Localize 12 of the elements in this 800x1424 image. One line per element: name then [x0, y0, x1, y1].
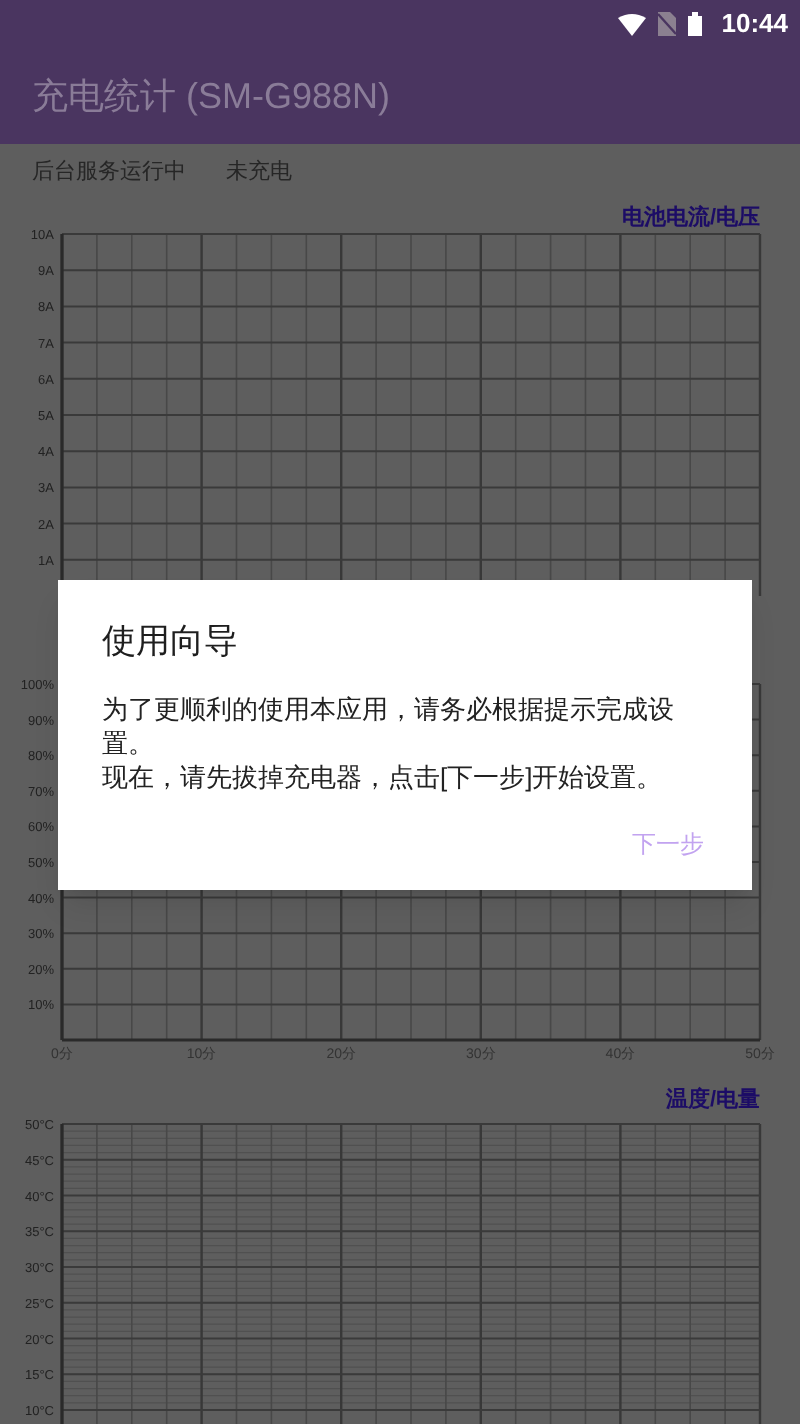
- chart-title: 温度/电量: [665, 1088, 760, 1112]
- status-text: 未充电: [226, 157, 292, 188]
- dialog-message: 为了更顺利的使用本应用，请务必根据提示完成设置。 现在，请先拔掉充电器，点击[下一步]开始设置。: [102, 691, 676, 793]
- no-sim-icon: [657, 12, 676, 36]
- clock: 10:44: [721, 6, 788, 43]
- dialog-title: 使用向导: [102, 620, 240, 664]
- next-step-button[interactable]: 下一步: [628, 826, 708, 862]
- wifi-icon: [617, 13, 646, 35]
- battery-icon: [687, 12, 702, 36]
- app-title: 充电统计 (SM-G988N): [32, 73, 391, 120]
- chart-title: 电池电流/电压: [621, 206, 760, 230]
- status-text: 后台服务运行中: [32, 157, 186, 188]
